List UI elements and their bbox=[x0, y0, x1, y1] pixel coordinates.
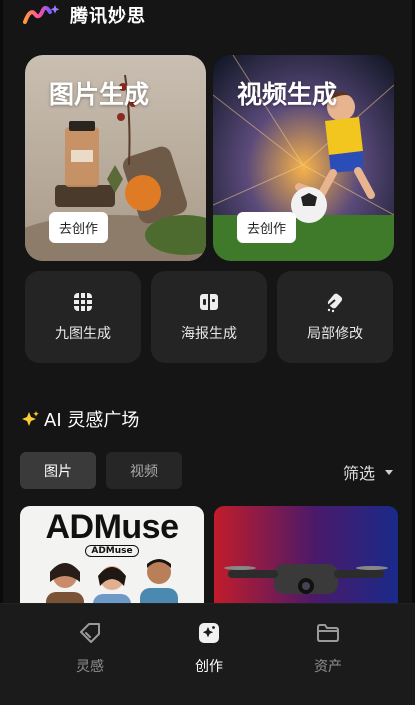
admuse-badge-text: ADMuse bbox=[85, 545, 139, 557]
poster-generation-button[interactable]: 海报生成 bbox=[151, 271, 267, 363]
poster-icon bbox=[200, 294, 218, 310]
inspiration-tabs: 图片 视频 bbox=[20, 452, 182, 489]
nine-grid-generation-button[interactable]: 九图生成 bbox=[25, 271, 141, 363]
hero-title: 视频生成 bbox=[237, 80, 338, 109]
nav-create[interactable]: 创作 bbox=[164, 620, 254, 676]
tab-videos[interactable]: 视频 bbox=[106, 452, 182, 489]
local-edit-button[interactable]: 局部修改 bbox=[277, 271, 393, 363]
section-title-text: AI 灵感广场 bbox=[44, 410, 140, 431]
brand-name: 腾讯妙思 bbox=[70, 6, 146, 27]
tool-label: 局部修改 bbox=[307, 326, 363, 342]
nav-label: 资产 bbox=[314, 659, 342, 675]
tab-images[interactable]: 图片 bbox=[20, 452, 96, 489]
sparkle-square-icon bbox=[199, 623, 219, 643]
sparkle-icon bbox=[22, 411, 39, 426]
mio-brush-logo-icon bbox=[23, 5, 60, 24]
filter-label: 筛选 bbox=[342, 464, 375, 483]
inspiration-section-title: AI 灵感广场 bbox=[22, 406, 139, 432]
nav-assets[interactable]: 资产 bbox=[283, 620, 373, 676]
app-header: 腾讯妙思 bbox=[22, 0, 146, 30]
admuse-headline: ADMuse bbox=[45, 508, 179, 546]
hero-title: 图片生成 bbox=[49, 80, 150, 109]
frame-edge-left bbox=[0, 0, 3, 704]
go-create-button[interactable]: 去创作 bbox=[237, 212, 297, 243]
tag-icon bbox=[80, 623, 100, 643]
nav-label: 创作 bbox=[195, 659, 223, 675]
caret-down-icon bbox=[385, 469, 393, 475]
image-generation-card[interactable]: 图片生成 去创作 bbox=[25, 55, 206, 261]
grid-icon bbox=[74, 293, 92, 311]
eraser-icon bbox=[327, 293, 343, 313]
video-generation-card[interactable]: 视频生成 去创作 bbox=[213, 55, 394, 261]
tool-label: 九图生成 bbox=[55, 326, 111, 342]
folder-icon bbox=[317, 624, 339, 642]
nav-label: 灵感 bbox=[76, 659, 104, 675]
tool-label: 海报生成 bbox=[181, 326, 237, 342]
filter-dropdown[interactable]: 筛选 bbox=[343, 460, 393, 484]
nav-inspiration[interactable]: 灵感 bbox=[45, 620, 135, 676]
admuse-badge: ADMuse bbox=[20, 545, 204, 557]
go-create-button[interactable]: 去创作 bbox=[49, 212, 109, 243]
bottom-navigation: 灵感 创作 资产 bbox=[0, 603, 415, 705]
